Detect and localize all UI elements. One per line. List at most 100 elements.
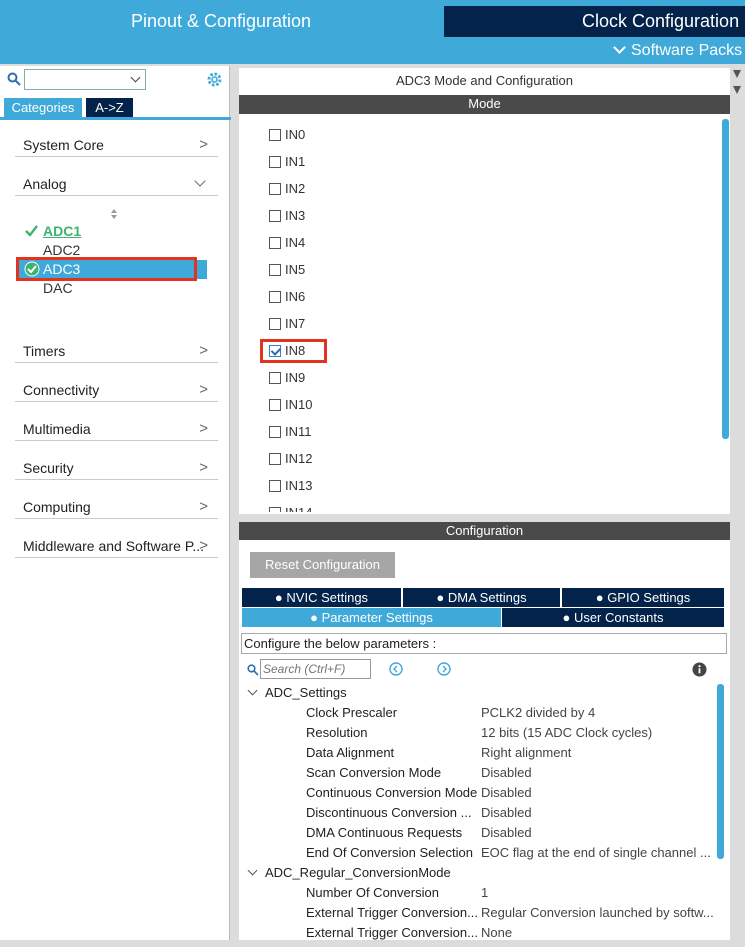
parameter-value[interactable]: Disabled <box>481 803 716 823</box>
mode-panel-bottom <box>239 514 730 522</box>
parameter-value[interactable]: PCLK2 divided by 4 <box>481 703 716 723</box>
checkbox[interactable] <box>269 399 281 411</box>
tab-clock-configuration[interactable]: Clock Configuration <box>444 6 745 37</box>
search-icon[interactable] <box>7 72 21 86</box>
category-analog[interactable]: Analog <box>15 172 218 196</box>
tab-gpio-settings[interactable]: ● GPIO Settings <box>562 588 724 607</box>
parameter-group[interactable]: ADC_Settings <box>246 683 347 703</box>
checkbox[interactable] <box>269 210 281 222</box>
checkbox[interactable] <box>269 480 281 492</box>
info-icon[interactable] <box>692 662 707 677</box>
channel-label: IN1 <box>285 154 306 169</box>
analog-item-adc1[interactable]: ADC1 <box>43 222 81 240</box>
checkbox[interactable] <box>269 318 281 330</box>
tab-label: DMA Settings <box>447 590 527 605</box>
next-arrow-icon[interactable] <box>437 662 451 676</box>
parameter-search-input[interactable] <box>260 659 371 679</box>
parameter-value[interactable]: Disabled <box>481 783 716 803</box>
checkbox[interactable] <box>269 156 281 168</box>
tab-pinout-configuration[interactable]: Pinout & Configuration <box>0 6 442 37</box>
checkbox[interactable] <box>269 507 281 512</box>
category-connectivity[interactable]: Connectivity > <box>15 378 218 402</box>
analog-item-dac[interactable]: DAC <box>43 279 73 297</box>
configure-instructions: Configure the below parameters : <box>241 633 727 654</box>
tab-categories[interactable]: Categories <box>4 98 82 118</box>
config-scrollbar[interactable] <box>717 684 724 859</box>
tab-user-constants[interactable]: ● User Constants <box>502 608 724 627</box>
software-packs-menu[interactable]: Software Packs <box>612 40 745 62</box>
parameter-group[interactable]: ADC_Regular_ConversionMode <box>246 863 451 883</box>
parameter-value[interactable]: 1 <box>481 883 716 903</box>
chevron-down-icon <box>194 175 206 187</box>
parameter-name: End Of Conversion Selection <box>306 845 473 860</box>
channel-row-in7[interactable]: IN7 <box>269 315 305 333</box>
channel-row-in14[interactable]: IN14 <box>269 504 312 512</box>
channel-row-in4[interactable]: IN4 <box>269 234 305 252</box>
chevron-right-icon: > <box>199 136 208 153</box>
parameter-value[interactable]: None <box>481 923 716 940</box>
channel-row-in2[interactable]: IN2 <box>269 180 305 198</box>
parameter-value[interactable]: Disabled <box>481 763 716 783</box>
parameter-name: Data Alignment <box>306 745 395 760</box>
mode-scrollbar[interactable] <box>722 119 729 439</box>
parameter-value[interactable]: 12 bits (15 ADC Clock cycles) <box>481 723 716 743</box>
sort-icon[interactable] <box>110 207 118 219</box>
category-multimedia[interactable]: Multimedia > <box>15 417 218 441</box>
checkbox[interactable] <box>269 183 281 195</box>
configuration-bar: Configuration <box>239 522 730 541</box>
chevron-right-icon: > <box>199 537 208 554</box>
adc3-highlight-box <box>16 257 197 281</box>
category-computing[interactable]: Computing > <box>15 495 218 519</box>
search-icon[interactable] <box>247 663 259 676</box>
category-label: Security <box>23 460 74 476</box>
check-circle-icon: ● <box>436 590 445 605</box>
channel-row-in12[interactable]: IN12 <box>269 450 312 468</box>
category-security[interactable]: Security > <box>15 456 218 480</box>
checkbox[interactable] <box>269 129 281 141</box>
category-search-dropdown[interactable] <box>24 69 146 90</box>
parameter-name: DMA Continuous Requests <box>306 825 463 840</box>
category-label: Analog <box>23 176 67 192</box>
channel-row-in10[interactable]: IN10 <box>269 396 312 414</box>
channel-row-in11[interactable]: IN11 <box>269 423 312 441</box>
channel-row-in3[interactable]: IN3 <box>269 207 305 225</box>
checkbox[interactable] <box>269 264 281 276</box>
checkbox[interactable] <box>269 453 281 465</box>
parameter-value[interactable]: Regular Conversion launched by softw... <box>481 903 716 923</box>
channel-row-in13[interactable]: IN13 <box>269 477 312 495</box>
category-label: Computing <box>23 499 91 515</box>
checkbox[interactable] <box>269 291 281 303</box>
panel-collapse-icon[interactable] <box>731 68 743 98</box>
gear-icon[interactable] <box>206 71 223 88</box>
reset-configuration-button[interactable]: Reset Configuration <box>250 552 395 578</box>
channel-row-in9[interactable]: IN9 <box>269 369 305 387</box>
check-circle-icon: ● <box>310 610 318 625</box>
category-label: Timers <box>23 343 66 359</box>
checkbox[interactable] <box>269 372 281 384</box>
channel-label: IN9 <box>285 370 306 385</box>
bottom-border <box>0 940 745 947</box>
parameter-name: Clock Prescaler <box>306 705 398 720</box>
tab-parameter-settings[interactable]: ● Parameter Settings <box>242 608 501 627</box>
tab-a-z[interactable]: A->Z <box>86 98 133 118</box>
checkbox[interactable] <box>269 426 281 438</box>
chevron-down-icon <box>130 72 141 83</box>
parameter-value[interactable]: Right alignment <box>481 743 716 763</box>
parameter-value[interactable]: Disabled <box>481 823 716 843</box>
tab-dma-settings[interactable]: ● DMA Settings <box>403 588 560 607</box>
category-middleware[interactable]: Middleware and Software P... > <box>15 534 218 558</box>
previous-arrow-icon[interactable] <box>389 662 403 676</box>
category-system-core[interactable]: System Core > <box>15 133 218 157</box>
channel-row-in6[interactable]: IN6 <box>269 288 305 306</box>
channel-row-in5[interactable]: IN5 <box>269 261 305 279</box>
checkbox[interactable] <box>269 237 281 249</box>
channel-row-in0[interactable]: IN0 <box>269 126 305 144</box>
channel-label: IN0 <box>285 127 306 142</box>
channel-label: IN10 <box>285 397 313 412</box>
tab-nvic-settings[interactable]: ● NVIC Settings <box>242 588 401 607</box>
channel-row-in1[interactable]: IN1 <box>269 153 305 171</box>
chevron-down-icon <box>247 865 258 876</box>
category-timers[interactable]: Timers > <box>15 339 218 363</box>
check-icon <box>25 224 38 237</box>
parameter-value[interactable]: EOC flag at the end of single channel ..… <box>481 843 716 863</box>
